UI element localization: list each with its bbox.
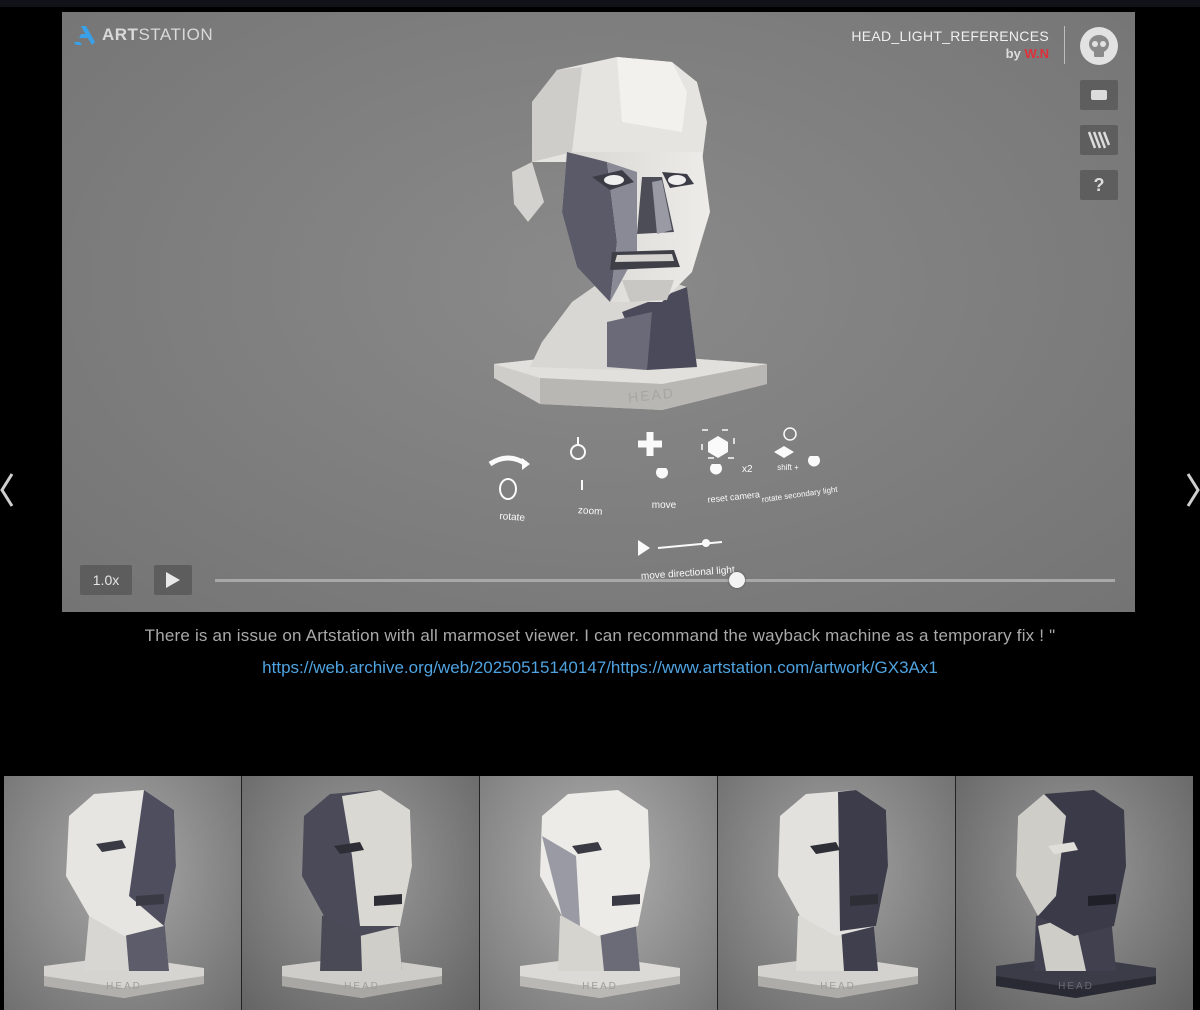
thumbnail-base-label: HEAD: [1058, 981, 1094, 992]
thumbnail-4[interactable]: HEAD: [718, 776, 956, 1010]
directional-light-hint: move directional light: [638, 539, 735, 582]
rotate-label: rotate: [499, 511, 526, 524]
head-thumbnail-image: HEAD: [282, 790, 442, 998]
top-strip: [0, 0, 1200, 7]
wayback-link[interactable]: https://web.archive.org/web/202505151401…: [0, 658, 1200, 678]
slider-play-icon: [638, 540, 650, 556]
timeline-thumb[interactable]: [729, 572, 745, 588]
thumbnail-base-label: HEAD: [106, 981, 142, 992]
play-button[interactable]: [154, 565, 192, 595]
head-model: HEAD: [494, 57, 767, 410]
head-thumbnail-image: HEAD: [758, 790, 918, 998]
speed-button[interactable]: 1.0x: [80, 565, 132, 595]
thumbnail-base-label: HEAD: [344, 981, 380, 992]
head-thumbnail-image: HEAD: [520, 790, 680, 998]
rotate-arrow-icon: [488, 455, 528, 467]
mouse-left-icon: [499, 478, 517, 500]
rotate-secondary-light-label: rotate secondary light: [761, 485, 839, 505]
thumbnail-base-label: HEAD: [820, 981, 856, 992]
chevron-right-icon: [1186, 473, 1200, 507]
thumbnail-1[interactable]: HEAD: [4, 776, 242, 1010]
move-cross-icon: [638, 432, 662, 456]
head-thumbnail-image: HEAD: [996, 790, 1156, 998]
shift-label: shift +: [777, 463, 799, 472]
secondary-light-hint: shift + rotate secondary light: [761, 427, 839, 505]
reset-camera-label: reset camera: [707, 489, 760, 504]
thumbnail-5[interactable]: HEAD: [956, 776, 1193, 1010]
zoom-hint: zoom: [570, 437, 603, 518]
zoom-icon: [570, 444, 586, 460]
previous-arrow[interactable]: [0, 472, 14, 513]
description-text: There is an issue on Artstation with all…: [144, 626, 1056, 645]
next-arrow[interactable]: [1186, 472, 1200, 513]
marmoset-viewer[interactable]: ARTSTATION HEAD_LIGHT_REFERENCES by W.N …: [62, 12, 1135, 612]
chevron-left-icon: [0, 473, 14, 507]
timeline-track[interactable]: [215, 579, 1115, 582]
thumbnail-2[interactable]: HEAD: [242, 776, 480, 1010]
thumbnail-base-label: HEAD: [582, 981, 618, 992]
move-hint: move: [638, 432, 677, 511]
reset-camera-hint: x2 reset camera: [701, 429, 760, 505]
thumbnail-3[interactable]: HEAD: [480, 776, 718, 1010]
rotate-hint: rotate: [488, 455, 530, 524]
head-model-stage[interactable]: HEAD rotate zoom move x2 reset camera sh…: [62, 12, 1135, 612]
reset-multiplier: x2: [742, 464, 753, 475]
thumbnail-strip: HEAD HEAD HEAD HEAD HEAD: [4, 776, 1193, 1010]
control-hints: rotate zoom move x2 reset camera shift +…: [488, 427, 839, 582]
move-label: move: [652, 500, 677, 511]
light-icon: [783, 427, 797, 441]
play-icon: [166, 572, 180, 588]
head-thumbnail-image: HEAD: [44, 790, 204, 998]
zoom-label: zoom: [578, 505, 603, 518]
